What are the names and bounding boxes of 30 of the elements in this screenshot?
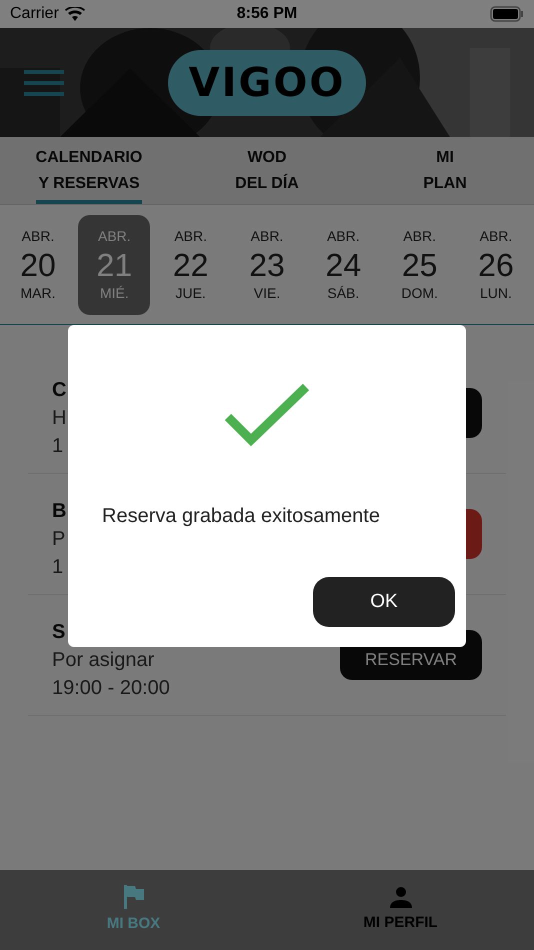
ok-button[interactable]: OK [313, 577, 455, 627]
tab[interactable]: MI PLAN [356, 137, 534, 204]
class-time: 1 [52, 556, 64, 578]
class-title: S [52, 621, 66, 643]
date-item[interactable]: ABR. 24 SÁB. [307, 214, 380, 314]
class-time: 19:00 - 20:00 [52, 677, 170, 699]
class-title: C [52, 379, 66, 401]
tab[interactable]: CALENDARIO Y RESERVAS [0, 137, 178, 204]
date-item[interactable]: ABR. 23 VIE. [230, 214, 303, 314]
person-icon [390, 886, 412, 908]
status-time: 8:56 PM [236, 4, 298, 24]
battery-icon [490, 6, 524, 22]
coach-name: H [52, 407, 66, 429]
coach-name: P [52, 528, 66, 550]
date-item[interactable]: ABR. 20 MAR. [2, 214, 74, 314]
tab[interactable]: WOD DEL DÍA [178, 137, 356, 204]
class-time: 1 [52, 435, 64, 457]
date-item[interactable]: ABR. 22 JUE. [154, 214, 227, 314]
checkmark-icon [224, 383, 310, 449]
date-item[interactable]: ABR. 21 MIÉ. [78, 214, 150, 314]
flag-icon [122, 884, 144, 909]
dialog-message: Reserva grabada exitosamente [102, 504, 380, 529]
menu-icon[interactable] [24, 68, 64, 96]
class-title: B [52, 500, 66, 522]
wifi-icon [64, 7, 85, 21]
logo: VIGOO [168, 50, 366, 116]
date-item[interactable]: ABR. 25 DOM. [384, 214, 456, 314]
carrier-label: Carrier [10, 4, 59, 24]
coach-name: Por asignar [52, 649, 156, 671]
date-item[interactable]: ABR. 26 LUN. [460, 214, 532, 314]
